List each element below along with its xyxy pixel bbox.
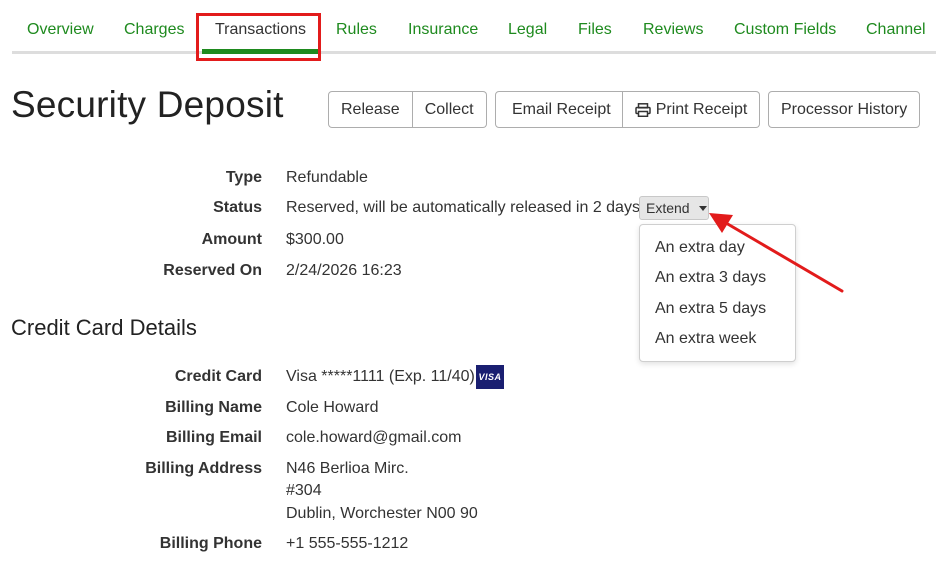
receipt-group: Email Receipt Print Receipt bbox=[495, 91, 761, 128]
status-value: Reserved, will be automatically released… bbox=[286, 199, 640, 216]
tab-channel[interactable]: Channel bbox=[866, 21, 926, 39]
tab-insurance[interactable]: Insurance bbox=[408, 21, 478, 39]
visa-logo-icon: VISA bbox=[476, 365, 504, 389]
tab-reviews[interactable]: Reviews bbox=[643, 21, 703, 39]
billing-address-line-1: N46 Berlioa Mirc. bbox=[286, 460, 409, 477]
tab-files[interactable]: Files bbox=[578, 21, 612, 39]
extend-option-extra-3-days[interactable]: An extra 3 days bbox=[655, 269, 766, 287]
reserved-on-label: Reserved On bbox=[163, 262, 262, 279]
collect-button[interactable]: Collect bbox=[412, 91, 487, 128]
page-title: Security Deposit bbox=[11, 84, 284, 125]
extend-dropdown-menu: An extra day An extra 3 days An extra 5 … bbox=[639, 224, 796, 362]
tab-bar: Overview Charges Transactions Rules Insu… bbox=[12, 0, 936, 56]
tab-custom-fields[interactable]: Custom Fields bbox=[734, 21, 836, 39]
type-value: Refundable bbox=[286, 169, 368, 186]
reserved-on-value: 2/24/2026 16:23 bbox=[286, 262, 402, 279]
tab-rules[interactable]: Rules bbox=[336, 21, 377, 39]
extend-option-extra-week[interactable]: An extra week bbox=[655, 330, 756, 348]
tab-overview[interactable]: Overview bbox=[27, 21, 94, 39]
release-button[interactable]: Release bbox=[328, 91, 413, 128]
extend-label: Extend bbox=[646, 200, 690, 216]
print-receipt-button[interactable]: Print Receipt bbox=[622, 91, 761, 128]
processor-history-group: Processor History bbox=[768, 91, 921, 128]
credit-card-section-title: Credit Card Details bbox=[11, 315, 197, 340]
billing-address-line-3: Dublin, Worchester N00 90 bbox=[286, 505, 478, 522]
billing-name-value: Cole Howard bbox=[286, 399, 379, 416]
credit-card-label: Credit Card bbox=[174, 368, 262, 385]
tab-legal[interactable]: Legal bbox=[508, 21, 547, 39]
amount-value: $300.00 bbox=[286, 231, 344, 248]
printer-icon bbox=[634, 102, 651, 117]
print-receipt-label: Print Receipt bbox=[655, 100, 748, 118]
billing-address-line-2: #304 bbox=[286, 482, 322, 499]
billing-phone-label: Billing Phone bbox=[159, 535, 262, 552]
credit-card-value: Visa *****1111 (Exp. 11/40) bbox=[286, 368, 475, 385]
extend-option-extra-day[interactable]: An extra day bbox=[655, 239, 745, 257]
billing-name-label: Billing Name bbox=[165, 399, 262, 416]
tab-bar-underline bbox=[12, 51, 936, 54]
tab-charges[interactable]: Charges bbox=[124, 21, 184, 39]
release-collect-group: Release Collect bbox=[328, 91, 487, 128]
billing-address-label: Billing Address bbox=[145, 460, 262, 477]
billing-email-label: Billing Email bbox=[165, 429, 262, 446]
extend-option-extra-5-days[interactable]: An extra 5 days bbox=[655, 300, 766, 318]
caret-down-icon bbox=[698, 205, 707, 211]
billing-phone-value: +1 555-555-1212 bbox=[286, 535, 409, 552]
processor-history-button[interactable]: Processor History bbox=[768, 91, 921, 128]
status-label: Status bbox=[213, 199, 262, 216]
email-receipt-button[interactable]: Email Receipt bbox=[495, 91, 623, 128]
annotation-highlight-box bbox=[196, 13, 321, 61]
type-label: Type bbox=[225, 169, 262, 186]
amount-label: Amount bbox=[201, 231, 262, 248]
extend-dropdown-button[interactable]: Extend bbox=[639, 196, 709, 220]
billing-email-value: cole.howard@gmail.com bbox=[286, 429, 462, 446]
